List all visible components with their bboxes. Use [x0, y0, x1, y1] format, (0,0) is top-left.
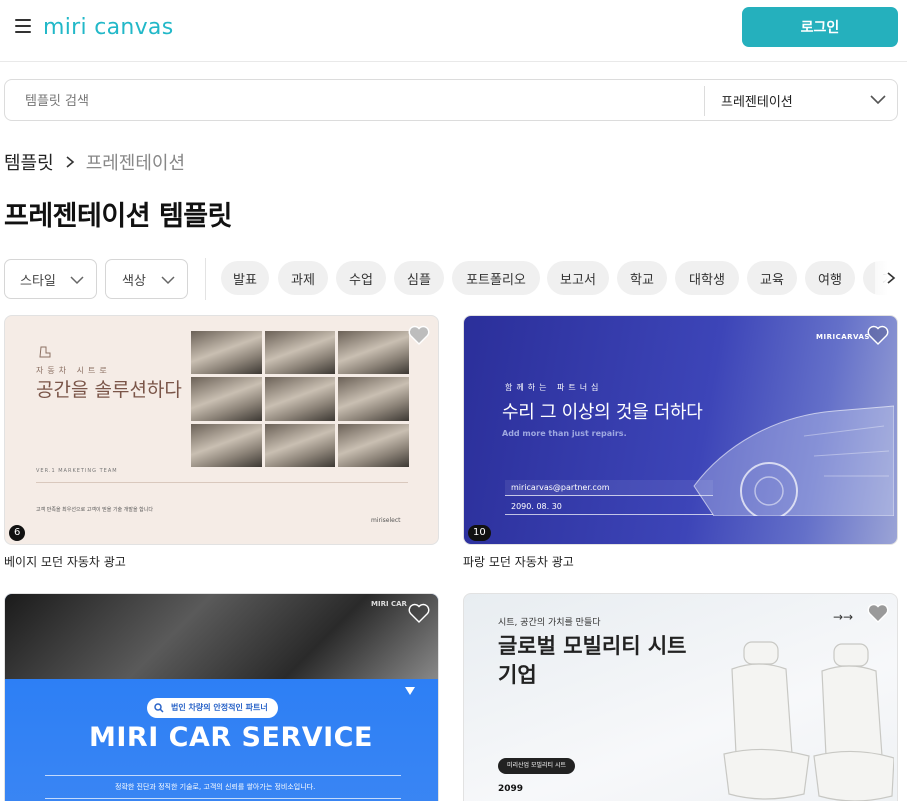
template-card[interactable]: MIRI CAR 법인 차량의 안정적인 파트너 MIRI CAR SERVIC…: [4, 593, 439, 801]
breadcrumb-current: 프레젠테이션: [85, 153, 186, 174]
tag-chip[interactable]: 심플: [394, 261, 444, 295]
template-english: Add more than just repairs.: [502, 429, 627, 438]
template-footer-text: 고객 만족을 최우선으로 고객이 믿을 기술 개발을 합니다: [36, 507, 153, 513]
tag-chip[interactable]: 보고서: [547, 261, 609, 295]
template-card[interactable]: 시트, 공간의 가치를 만들다 글로벌 모빌리티 시트 기업 →→ 미리산업 모…: [463, 593, 898, 801]
car-seats-illustration: [723, 641, 894, 801]
logo[interactable]: miri canvas: [43, 12, 173, 42]
chevron-down-icon: [161, 276, 175, 285]
login-button[interactable]: 로그인: [742, 7, 898, 47]
car-seat-icon: [39, 346, 51, 358]
style-filter-button[interactable]: 스타일: [4, 259, 97, 299]
template-brand: MIRI CAR: [371, 600, 407, 608]
template-card-title[interactable]: 베이지 모던 자동차 광고: [4, 553, 126, 570]
template-brand: MIRICARVAS: [816, 333, 870, 341]
chevron-down-icon: [870, 95, 886, 105]
chevron-right-icon: [66, 156, 74, 168]
template-desc: 정확한 진단과 정직한 기술로, 고객의 신뢰를 쌓아가는 정비소입니다.: [115, 783, 316, 791]
template-card[interactable]: MIRICARVAS 함께하는 파트너십 수리 그 이상의 것을 더하다 Add…: [463, 315, 898, 545]
template-footer-small: VER.1 MARKETING TEAM: [36, 468, 118, 474]
chips-next-button[interactable]: [875, 261, 907, 295]
template-headline: 글로벌 모빌리티 시트 기업: [498, 634, 687, 687]
template-sub: 함께하는 파트너십: [505, 383, 603, 392]
tag-chip[interactable]: 교육: [747, 261, 797, 295]
template-headline: 수리 그 이상의 것을 더하다: [502, 402, 703, 423]
filter-divider: [205, 258, 206, 300]
template-sub: 시트, 공간의 가치를 만들다: [498, 618, 601, 628]
template-pill: 법인 차량의 안정적인 파트너: [147, 698, 278, 718]
tag-chip[interactable]: 과제: [278, 261, 328, 295]
template-brand: miriselect: [371, 517, 401, 524]
tag-chip[interactable]: 수업: [336, 261, 386, 295]
tag-chip[interactable]: 여행: [805, 261, 855, 295]
car-xray-illustration: [693, 405, 894, 516]
page-count-badge: 10: [468, 525, 491, 541]
hamburger-menu-icon[interactable]: [15, 19, 31, 33]
search-bar: 프레젠테이션: [4, 79, 898, 121]
page-count-badge: 6: [9, 525, 26, 541]
template-rule: [45, 798, 401, 799]
search-input[interactable]: [25, 90, 685, 112]
tag-chip[interactable]: 발표: [221, 261, 269, 295]
breadcrumb: 템플릿 프레젠테이션: [4, 150, 185, 174]
tag-chip[interactable]: 학교: [617, 261, 667, 295]
tag-chip-list: 발표 과제 수업 심플 포트폴리오 보고서 학교 대학생 교육 여행 기: [221, 261, 907, 295]
template-headline: MIRI CAR SERVICE: [89, 722, 373, 753]
template-year: 2099: [498, 784, 524, 794]
chevron-right-icon: [887, 272, 896, 284]
heart-icon[interactable]: [867, 325, 889, 345]
style-filter-label: 스타일: [20, 274, 56, 289]
template-headline: 공간을 솔루션하다: [36, 379, 182, 401]
template-sub: 자동차 시트로: [36, 366, 111, 375]
template-card[interactable]: 자동차 시트로 공간을 솔루션하다 VER.1 MARKETING TEAM 고…: [4, 315, 439, 545]
category-select-label: 프레젠테이션: [721, 95, 793, 110]
template-email: miricarvas@partner.com: [505, 480, 713, 496]
color-filter-label: 색상: [122, 274, 146, 289]
top-header: miri canvas 로그인: [0, 0, 907, 62]
template-arrows: →→: [833, 610, 854, 624]
template-card-title[interactable]: 파랑 모던 자동차 광고: [463, 553, 574, 570]
tag-chip[interactable]: 대학생: [675, 261, 739, 295]
car-interior-photo-grid: [191, 331, 409, 467]
tag-chip[interactable]: 포트폴리오: [452, 261, 540, 295]
template-rule: [45, 775, 401, 776]
category-select[interactable]: 프레젠테이션: [705, 80, 899, 120]
template-date: 2090. 08. 30: [505, 499, 713, 515]
page-title: 프레젠테이션 템플릿: [4, 201, 232, 232]
breadcrumb-templates[interactable]: 템플릿: [4, 149, 54, 175]
color-filter-button[interactable]: 색상: [105, 259, 188, 299]
heart-icon[interactable]: [867, 603, 889, 623]
heart-icon[interactable]: [408, 325, 430, 345]
chevron-down-icon: [70, 276, 84, 285]
search-icon: [154, 703, 164, 713]
heart-icon[interactable]: [408, 603, 430, 623]
template-rule: [36, 482, 408, 483]
template-tag: 미리산업 모빌리티 시트: [498, 758, 576, 774]
triangle-down-icon: [405, 687, 415, 695]
